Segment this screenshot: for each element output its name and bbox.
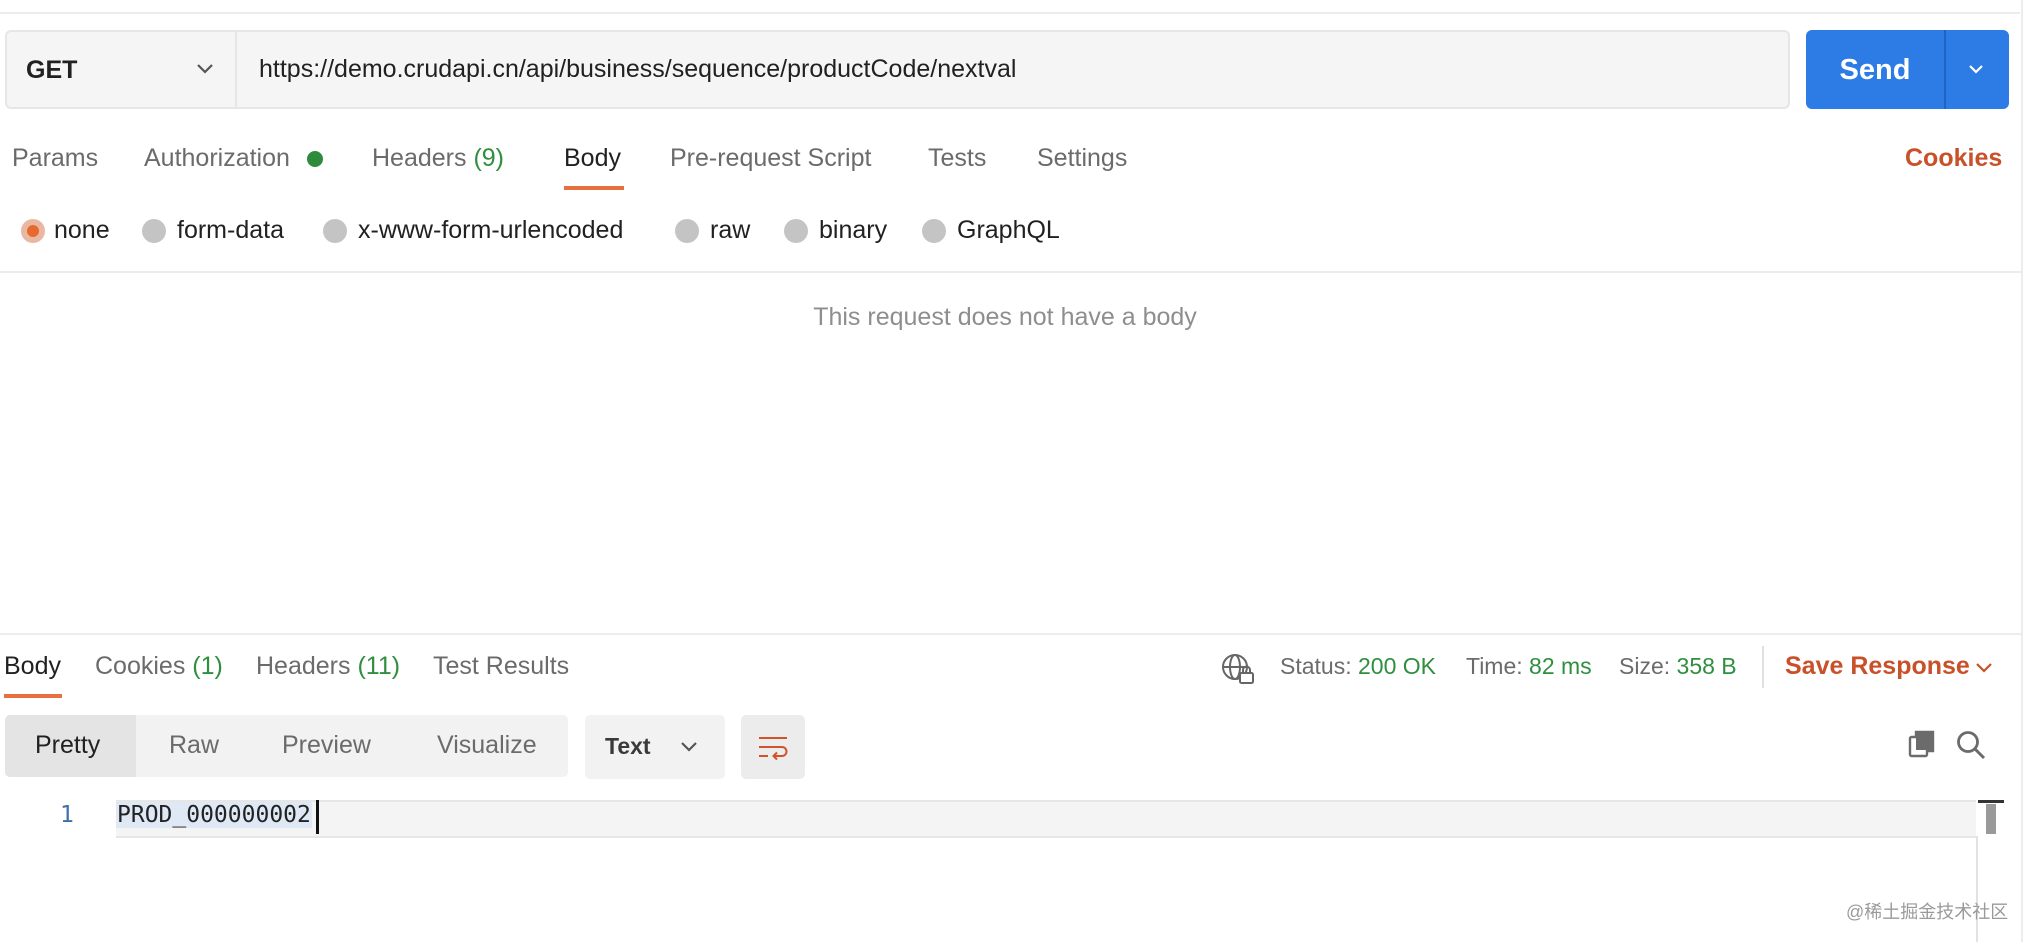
size-readout: Size: 358 B <box>1619 653 1737 680</box>
scrollbar-thumb[interactable] <box>1978 800 2004 836</box>
time-value: 82 ms <box>1529 653 1592 679</box>
top-divider <box>0 12 2020 14</box>
response-tab-headers[interactable]: Headers (11) <box>256 652 400 681</box>
tab-tests[interactable]: Tests <box>928 144 986 173</box>
scrollbar-track[interactable] <box>1976 836 1978 942</box>
response-tab-test-results[interactable]: Test Results <box>433 652 569 681</box>
radio-form-data[interactable] <box>142 219 166 243</box>
tab-pre-request-script[interactable]: Pre-request Script <box>670 144 871 173</box>
format-label[interactable]: Text <box>605 733 651 760</box>
time-label: Time: <box>1466 653 1523 679</box>
tab-headers-label: Headers <box>372 144 467 172</box>
send-label[interactable]: Send <box>1806 54 1944 87</box>
headers-count: (9) <box>473 144 505 172</box>
radio-graphql[interactable] <box>922 219 946 243</box>
text-caret <box>316 800 319 834</box>
time-readout: Time: 82 ms <box>1466 653 1592 680</box>
view-preview[interactable]: Preview <box>282 731 371 760</box>
status-label: Status: <box>1280 653 1352 679</box>
response-active-tab-underline <box>4 694 62 698</box>
save-response-button[interactable]: Save Response <box>1785 652 1970 681</box>
chevron-down-icon[interactable] <box>678 736 700 758</box>
auth-status-dot <box>307 151 323 167</box>
watermark: @稀土掘金技术社区 <box>1846 902 2009 922</box>
tab-body[interactable]: Body <box>564 144 621 173</box>
response-tab-headers-label: Headers <box>256 652 351 680</box>
response-tab-body[interactable]: Body <box>4 652 61 681</box>
method-label: GET <box>26 56 78 84</box>
chevron-down-icon[interactable] <box>1973 657 1995 679</box>
search-icon[interactable] <box>1954 728 1988 762</box>
response-meta-divider <box>1762 646 1764 688</box>
size-value: 358 B <box>1676 653 1737 679</box>
radio-none[interactable] <box>21 219 45 243</box>
line-number: 1 <box>60 802 74 828</box>
radio-label-raw[interactable]: raw <box>710 216 750 245</box>
response-tab-cookies[interactable]: Cookies (1) <box>95 652 223 681</box>
cookies-link[interactable]: Cookies <box>1905 144 2002 173</box>
radio-raw[interactable] <box>675 219 699 243</box>
chevron-down-icon[interactable] <box>1965 58 1987 80</box>
radio-label-x-www-form-urlencoded[interactable]: x-www-form-urlencoded <box>358 216 623 245</box>
no-body-message: This request does not have a body <box>813 303 1197 331</box>
copy-icon[interactable] <box>1906 728 1938 760</box>
tab-authorization[interactable]: Authorization <box>144 144 290 173</box>
view-pretty[interactable]: Pretty <box>35 731 100 760</box>
response-headers-count: (11) <box>357 652 401 680</box>
active-tab-underline <box>564 186 624 190</box>
response-divider <box>0 633 2021 635</box>
globe-lock-icon[interactable] <box>1220 651 1256 687</box>
body-divider <box>0 271 2021 273</box>
right-border <box>2021 0 2023 942</box>
radio-x-www-form-urlencoded[interactable] <box>323 219 347 243</box>
tab-params[interactable]: Params <box>12 144 98 173</box>
radio-label-graphql[interactable]: GraphQL <box>957 216 1060 245</box>
radio-label-none[interactable]: none <box>54 216 110 245</box>
response-tab-cookies-label: Cookies <box>95 652 186 680</box>
view-raw[interactable]: Raw <box>169 731 219 760</box>
tab-headers[interactable]: Headers (9) <box>372 144 504 173</box>
size-label: Size: <box>1619 653 1671 679</box>
response-cookies-count: (1) <box>192 652 223 680</box>
status-value: 200 OK <box>1358 653 1436 679</box>
status-readout: Status: 200 OK <box>1280 653 1436 680</box>
chevron-down-icon[interactable] <box>194 58 216 80</box>
url-text[interactable]: https://demo.crudapi.cn/api/business/seq… <box>259 55 1016 84</box>
response-body-line[interactable]: PROD_000000002 <box>116 802 312 828</box>
wrap-lines-icon[interactable] <box>756 730 790 764</box>
radio-label-form-data[interactable]: form-data <box>177 216 284 245</box>
radio-label-binary[interactable]: binary <box>819 216 887 245</box>
active-line-highlight <box>116 800 1976 838</box>
tab-settings[interactable]: Settings <box>1037 144 1127 173</box>
radio-binary[interactable] <box>784 219 808 243</box>
view-visualize[interactable]: Visualize <box>437 731 537 760</box>
